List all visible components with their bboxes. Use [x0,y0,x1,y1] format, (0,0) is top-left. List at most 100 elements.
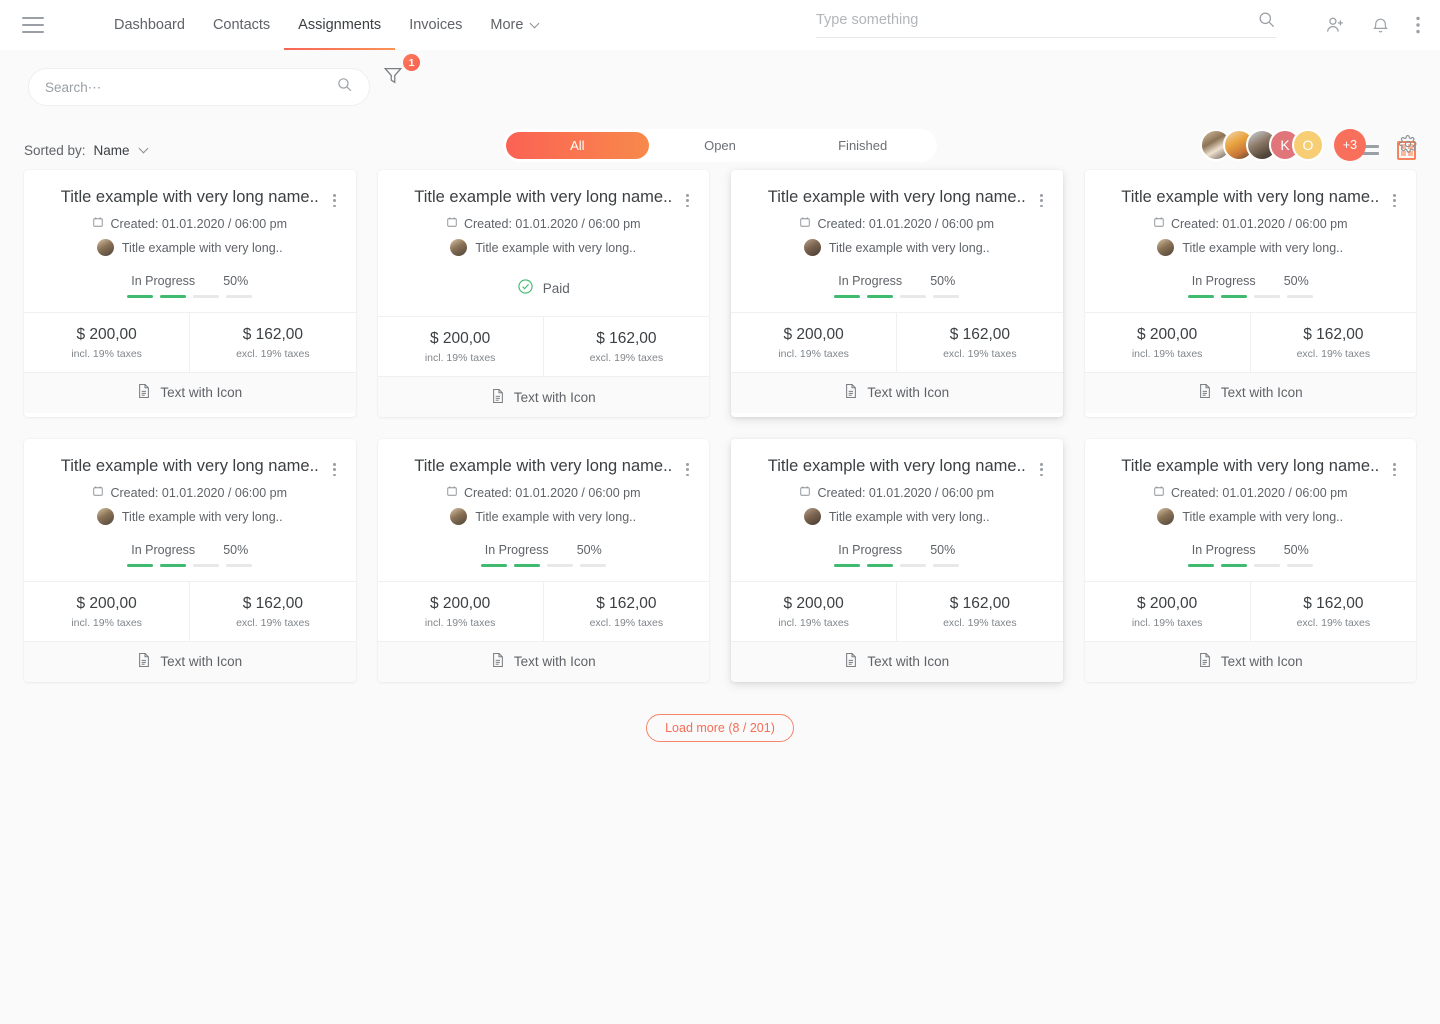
card-more-options-icon[interactable] [1389,192,1400,209]
avatar-label: K [1280,137,1290,153]
hamburger-menu-icon[interactable] [22,17,44,33]
chevron-down-icon [138,143,149,153]
card-owner-name: Title example with very long.. [475,240,637,255]
card-created-text: Created: 01.01.2020 / 06:00 pm [110,216,287,231]
progress-status: In Progress 50% [1099,543,1403,567]
filter-button[interactable]: 1 [382,54,420,92]
status-label: In Progress [838,274,903,288]
card-footer-action[interactable]: Text with Icon [24,640,356,682]
card-footer-label: Text with Icon [867,654,950,670]
kebab-dot [1039,194,1043,197]
card-footer-label: Text with Icon [1220,654,1303,670]
card-owner-name: Title example with very long.. [828,240,990,255]
card-more-options-icon[interactable] [1036,192,1047,209]
card-created-meta: Created: 01.01.2020 / 06:00 pm [745,485,1049,500]
assignment-card[interactable]: Title example with very long name.. Creat… [1084,439,1416,682]
nav-item-contacts[interactable]: Contacts [199,0,284,50]
document-icon [1198,383,1212,402]
card-owner: Title example with very long.. [38,508,342,525]
check-circle-icon [517,278,534,298]
assignment-card[interactable]: Title example with very long name.. Creat… [731,170,1063,417]
amount-note: excl. 19% taxes [236,616,310,629]
card-more-options-icon[interactable] [1036,461,1047,478]
content-toolbar: 1 All Open Finished K O +3 [0,50,1440,162]
card-owner: Title example with very long.. [745,239,1049,256]
search-box[interactable] [28,68,370,106]
search-input[interactable] [45,79,336,95]
assignment-card[interactable]: Title example with very long name.. Creat… [377,439,710,682]
progress-bar [38,295,342,298]
amount-value: $ 162,00 [949,325,1011,343]
card-more-options-icon[interactable] [329,192,340,209]
progress-segment [1220,295,1247,298]
card-amounts: $ 200,00 incl. 19% taxes $ 162,00 excl. 19%… [377,580,709,641]
card-created-text: Created: 01.01.2020 / 06:00 pm [817,216,994,231]
progress-bar [745,564,1049,567]
card-more-options-icon[interactable] [682,461,693,478]
card-more-options-icon[interactable] [329,461,340,478]
card-owner-name: Title example with very long.. [121,509,283,524]
card-body: Title example with very long name.. Creat… [1085,170,1417,312]
progress-segment [127,295,154,298]
amount-note: excl. 19% taxes [589,352,664,364]
avatar-overflow-count[interactable]: +3 [1334,129,1366,161]
calendar-icon [92,485,104,500]
tab-label: Finished [838,138,888,153]
amount-note: incl. 19% taxes [424,616,496,629]
kebab-dot [1393,194,1396,197]
kebab-dot [1393,468,1396,472]
global-search-input[interactable] [816,11,1257,28]
amount-note: excl. 19% taxes [1296,616,1371,629]
status-label: In Progress [484,543,549,557]
card-more-options-icon[interactable] [1389,461,1400,478]
card-title-row: Title example with very long name.. [1099,188,1403,209]
card-footer-action[interactable]: Text with Icon [377,640,709,682]
card-owner: Title example with very long.. [1099,239,1403,256]
hamburger-line [22,31,44,33]
assignment-card[interactable]: Title example with very long name.. Creat… [377,170,709,417]
nav-item-more[interactable]: More [476,0,552,50]
card-body: Title example with very long name.. Creat… [378,439,710,581]
status-label: In Progress [131,543,196,557]
card-created-text: Created: 01.01.2020 / 06:00 pm [817,485,994,500]
card-created-meta: Created: 01.01.2020 / 06:00 pm [392,485,696,500]
calendar-icon [799,216,811,231]
amount-excl: $ 162,00 excl. 19% taxes [189,312,355,372]
add-user-icon[interactable] [1325,15,1345,35]
assignment-card[interactable]: Title example with very long name.. Creat… [24,439,356,682]
card-footer-action[interactable]: Text with Icon [731,371,1063,413]
card-footer-action[interactable]: Text with Icon [377,376,709,417]
load-more-button[interactable]: Load more (8 / 201) [646,713,794,742]
assignment-card[interactable]: Title example with very long name.. Creat… [24,170,356,417]
nav-item-assignments[interactable]: Assignments [284,0,396,50]
progress-segment [480,564,507,567]
progress-segment [1220,564,1247,567]
amount-value: $ 162,00 [596,594,657,612]
assignment-card[interactable]: Title example with very long name.. Creat… [731,439,1063,682]
card-footer-action[interactable]: Text with Icon [24,371,356,413]
gear-icon[interactable] [1398,134,1418,159]
tab-all[interactable]: All [506,132,649,159]
kebab-dot [686,204,689,208]
card-footer-action[interactable]: Text with Icon [1084,640,1416,682]
card-owner-name: Title example with very long.. [828,509,990,524]
search-icon[interactable] [1257,10,1276,29]
global-search[interactable] [816,10,1276,38]
progress-segment [160,564,187,567]
nav-item-invoices[interactable]: Invoices [395,0,476,50]
card-footer-action[interactable]: Text with Icon [1084,371,1416,413]
amount-value: $ 162,00 [242,594,304,612]
card-more-options-icon[interactable] [682,192,693,209]
amount-value: $ 162,00 [596,330,657,347]
notifications-bell-icon[interactable] [1371,16,1390,35]
assignment-card[interactable]: Title example with very long name.. Creat… [1084,170,1417,417]
calendar-icon [92,216,104,231]
nav-item-dashboard[interactable]: Dashboard [100,0,199,50]
tab-open[interactable]: Open [649,132,792,159]
more-vertical-icon[interactable] [1416,16,1420,34]
tab-finished[interactable]: Finished [791,132,934,159]
card-footer-action[interactable]: Text with Icon [731,640,1063,682]
avatar-initial-o[interactable]: O [1292,129,1324,161]
search-icon[interactable] [336,76,353,98]
sort-selector[interactable]: Sorted by: Name [24,143,149,158]
